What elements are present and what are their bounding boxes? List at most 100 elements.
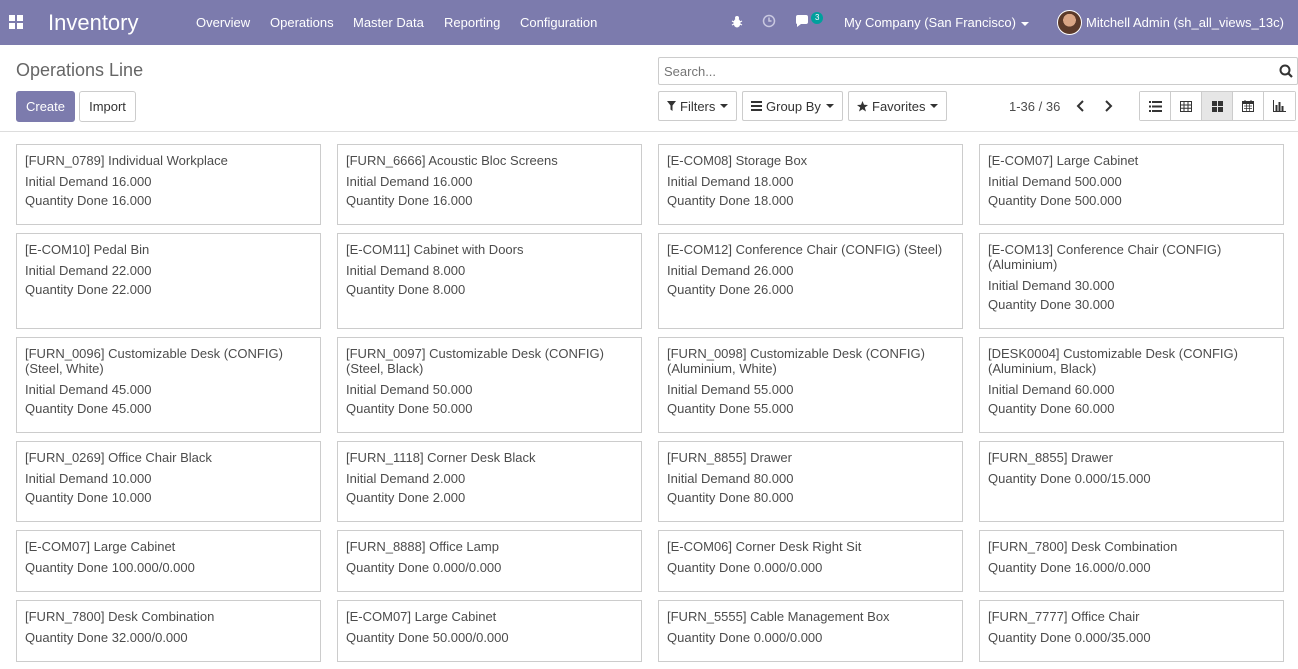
create-button[interactable]: Create (16, 91, 75, 122)
calendar-view-button[interactable] (1233, 92, 1264, 120)
card-title: [E-COM12] Conference Chair (CONFIG) (Ste… (667, 242, 943, 257)
kanban-card[interactable]: [FURN_8888] Office Lamp Quantity Done 0.0… (337, 530, 642, 592)
list-bars-icon (751, 101, 762, 111)
menu-reporting[interactable]: Reporting (444, 15, 500, 30)
card-field: Quantity Done 50.000/0.000 (346, 630, 509, 645)
list-view-icon (1148, 100, 1162, 112)
card-title: [E-COM07] Large Cabinet (25, 539, 176, 554)
kanban-card[interactable]: [E-COM12] Conference Chair (CONFIG) (Ste… (658, 233, 963, 329)
kanban-card[interactable]: [FURN_6666] Acoustic Bloc Screens Initial… (337, 144, 642, 225)
list-view-button[interactable] (1140, 92, 1171, 120)
pager-value[interactable]: 1-36 / 36 (1009, 99, 1060, 114)
filters-dropdown[interactable]: Filters (658, 91, 738, 121)
favorites-dropdown[interactable]: Favorites (848, 91, 948, 121)
card-field: Quantity Done 16.000/0.000 (988, 560, 1151, 575)
apps-menu-icon[interactable] (9, 15, 23, 29)
activity-clock-icon[interactable] (762, 14, 776, 28)
card-field: Quantity Done 80.000 (667, 490, 794, 505)
card-field: Quantity Done 18.000 (667, 193, 794, 208)
card-title: [FURN_0098] Customizable Desk (CONFIG) (… (667, 346, 925, 376)
card-title: [FURN_8888] Office Lamp (346, 539, 499, 554)
view-switcher (1139, 91, 1296, 121)
card-field: Quantity Done 0.000/15.000 (988, 471, 1151, 486)
card-title: [E-COM11] Cabinet with Doors (346, 242, 524, 257)
group-by-dropdown[interactable]: Group By (742, 91, 843, 121)
kanban-card[interactable]: [FURN_7777] Office Chair Quantity Done 0.… (979, 600, 1284, 662)
bug-icon[interactable] (731, 15, 743, 29)
table-view-icon (1180, 100, 1192, 112)
menu-master-data[interactable]: Master Data (353, 15, 424, 30)
caret-down-icon (825, 104, 834, 108)
kanban-card[interactable]: [FURN_0098] Customizable Desk (CONFIG) (… (658, 337, 963, 433)
card-field: Initial Demand 50.000 (346, 382, 473, 397)
card-title: [FURN_5555] Cable Management Box (667, 609, 890, 624)
card-field: Quantity Done 500.000 (988, 193, 1122, 208)
card-field: Initial Demand 45.000 (25, 382, 152, 397)
kanban-card[interactable]: [FURN_0097] Customizable Desk (CONFIG) (… (337, 337, 642, 433)
card-field: Quantity Done 22.000 (25, 282, 152, 297)
kanban-card[interactable]: [FURN_0789] Individual Workplace Initial … (16, 144, 321, 225)
kanban-card[interactable]: [DESK0004] Customizable Desk (CONFIG) (A… (979, 337, 1284, 433)
filter-icon (667, 101, 676, 111)
chevron-right-icon[interactable] (1100, 97, 1116, 115)
grid-view-button[interactable] (1171, 92, 1202, 120)
search-icon[interactable] (1279, 64, 1293, 78)
graph-view-button[interactable] (1264, 92, 1295, 120)
card-field: Quantity Done 16.000 (346, 193, 473, 208)
company-name: My Company (San Francisco) (844, 15, 1016, 30)
kanban-card[interactable]: [E-COM07] Large Cabinet Quantity Done 50.… (337, 600, 642, 662)
kanban-card[interactable]: [FURN_8855] Drawer Quantity Done 0.000/15… (979, 441, 1284, 522)
card-title: [FURN_8855] Drawer (667, 450, 792, 465)
card-title: [FURN_1118] Corner Desk Black (346, 450, 536, 465)
chevron-left-icon[interactable] (1073, 97, 1089, 115)
caret-down-icon (720, 104, 729, 108)
company-switcher[interactable]: My Company (San Francisco) (844, 15, 1029, 30)
card-field: Quantity Done 0.000/0.000 (667, 630, 823, 645)
menu-configuration[interactable]: Configuration (520, 15, 597, 30)
card-title: [FURN_0096] Customizable Desk (CONFIG) (… (25, 346, 283, 376)
kanban-card[interactable]: [FURN_7800] Desk Combination Quantity Don… (979, 530, 1284, 592)
messages-count-badge: 3 (811, 12, 824, 24)
import-button[interactable]: Import (79, 91, 136, 122)
filters-label: Filters (680, 98, 716, 114)
messages-icon[interactable] (795, 15, 811, 29)
kanban-card[interactable]: [E-COM10] Pedal Bin Initial Demand 22.000… (16, 233, 321, 329)
card-field: Initial Demand 80.000 (667, 471, 794, 486)
bar-chart-icon (1273, 100, 1286, 112)
user-avatar[interactable] (1057, 10, 1082, 35)
kanban-card[interactable]: [E-COM06] Corner Desk Right Sit Quantity … (658, 530, 963, 592)
kanban-card[interactable]: [FURN_7800] Desk Combination Quantity Don… (16, 600, 321, 662)
search-input[interactable] (659, 58, 1259, 84)
star-icon (857, 100, 868, 111)
card-title: [DESK0004] Customizable Desk (CONFIG) (A… (988, 346, 1238, 376)
card-field: Quantity Done 26.000 (667, 282, 794, 297)
card-field: Quantity Done 0.000/0.000 (346, 560, 502, 575)
card-field: Initial Demand 60.000 (988, 382, 1115, 397)
search-bar (658, 57, 1298, 85)
card-field: Quantity Done 0.000/0.000 (667, 560, 823, 575)
kanban-card[interactable]: [E-COM07] Large Cabinet Quantity Done 100… (16, 530, 321, 592)
kanban-card[interactable]: [E-COM07] Large Cabinet Initial Demand 50… (979, 144, 1284, 225)
kanban-card[interactable]: [FURN_5555] Cable Management Box Quantity… (658, 600, 963, 662)
card-title: [E-COM08] Storage Box (667, 153, 808, 168)
card-field: Quantity Done 100.000/0.000 (25, 560, 195, 575)
kanban-card[interactable]: [E-COM13] Conference Chair (CONFIG) (Alu… (979, 233, 1284, 329)
card-field: Initial Demand 2.000 (346, 471, 466, 486)
card-field: Quantity Done 32.000/0.000 (25, 630, 188, 645)
kanban-view-button[interactable] (1202, 92, 1233, 120)
kanban-card[interactable]: [FURN_0096] Customizable Desk (CONFIG) (… (16, 337, 321, 433)
card-title: [FURN_7777] Office Chair (988, 609, 1140, 624)
menu-overview[interactable]: Overview (196, 15, 250, 30)
user-menu[interactable]: Mitchell Admin (sh_all_views_13c) (1086, 15, 1284, 30)
kanban-card[interactable]: [E-COM08] Storage Box Initial Demand 18.0… (658, 144, 963, 225)
app-title[interactable]: Inventory (48, 10, 139, 36)
menu-operations[interactable]: Operations (270, 15, 334, 30)
kanban-card[interactable]: [E-COM11] Cabinet with Doors Initial Dema… (337, 233, 642, 329)
kanban-card[interactable]: [FURN_0269] Office Chair Black Initial De… (16, 441, 321, 522)
kanban-card[interactable]: [FURN_1118] Corner Desk Black Initial Dem… (337, 441, 642, 522)
card-title: [FURN_8855] Drawer (988, 450, 1113, 465)
card-field: Initial Demand 55.000 (667, 382, 794, 397)
kanban-view-icon (1211, 100, 1223, 112)
card-title: [FURN_0789] Individual Workplace (25, 153, 228, 168)
kanban-card[interactable]: [FURN_8855] Drawer Initial Demand 80.000 Q… (658, 441, 963, 522)
